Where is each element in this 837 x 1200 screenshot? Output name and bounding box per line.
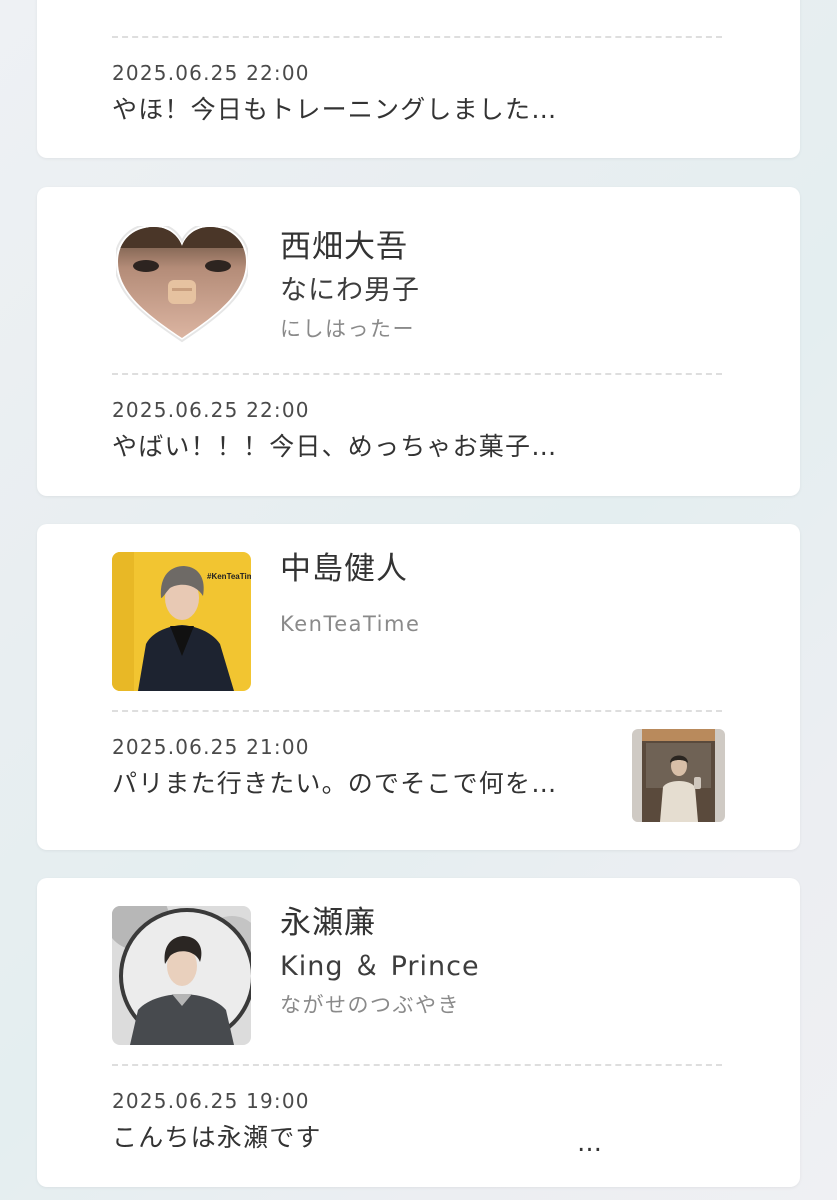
post-image-thumbnail[interactable] <box>632 729 725 822</box>
avatar <box>112 906 251 1045</box>
post-date: 2025.06.25 22:00 <box>112 61 310 85</box>
post-preview: やほ！今日もトレーニングしました… <box>112 95 558 124</box>
post-preview: パリまた行きたい。のでそこで何を… <box>112 769 558 798</box>
post-author-name: 永瀬廉 <box>280 905 376 941</box>
avatar <box>116 226 248 346</box>
post-author-handle: KenTeaTime <box>280 612 421 636</box>
post-card[interactable]: 西畑大吾 なにわ男子 にしはったー 2025.06.25 22:00 やばい！！… <box>37 187 800 496</box>
post-author-name: 西畑大吾 <box>280 229 408 265</box>
post-preview-ellipsis: … <box>577 1128 602 1157</box>
post-author-name: 中島健人 <box>280 551 408 587</box>
post-card[interactable]: #KenTeaTime 中島健人 KenTeaTime 2025.06.25 2… <box>37 524 800 850</box>
post-author-group: King ＆ Prince <box>280 951 480 982</box>
avatar: #KenTeaTime <box>112 552 251 691</box>
avatar-caption: #KenTeaTime <box>207 572 251 581</box>
post-author-handle: ながせのつぶやき <box>280 993 460 1017</box>
post-date: 2025.06.25 22:00 <box>112 398 310 422</box>
post-preview: やばい！！！今日、めっちゃお菓子… <box>112 432 558 461</box>
post-card[interactable]: 2025.06.25 22:00 やほ！今日もトレーニングしました… <box>37 0 800 158</box>
post-author-handle: にしはったー <box>280 317 415 341</box>
divider <box>112 36 722 38</box>
post-date: 2025.06.25 21:00 <box>112 735 310 759</box>
post-preview: こんちは永瀬です <box>112 1123 322 1152</box>
divider <box>112 710 722 712</box>
divider <box>112 373 722 375</box>
divider <box>112 1064 722 1066</box>
post-date: 2025.06.25 19:00 <box>112 1089 310 1113</box>
post-card[interactable]: 永瀬廉 King ＆ Prince ながせのつぶやき 2025.06.25 19… <box>37 878 800 1187</box>
post-author-group: なにわ男子 <box>280 275 420 306</box>
